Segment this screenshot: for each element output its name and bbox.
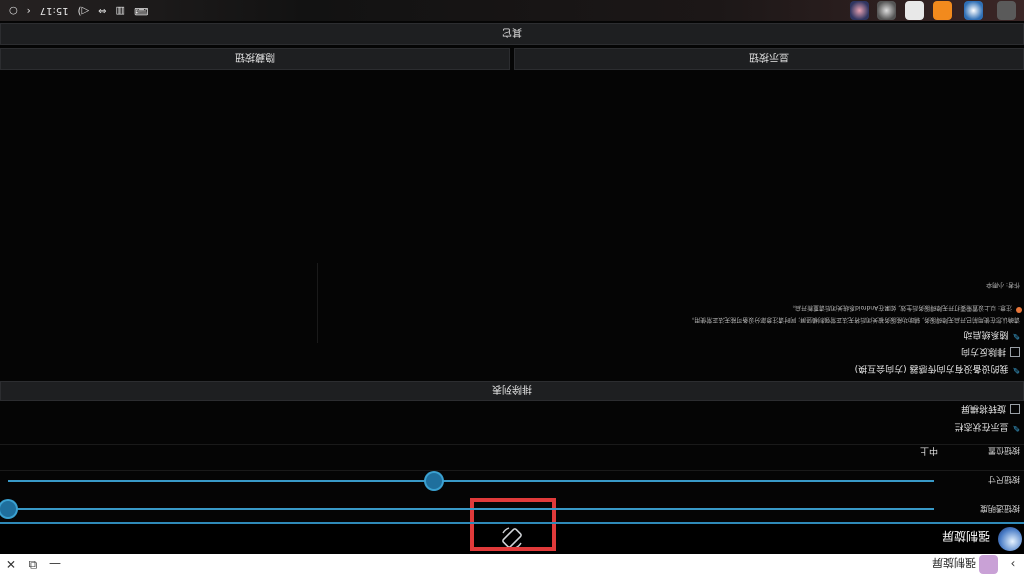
warning-dot-icon bbox=[1016, 307, 1022, 313]
app-logo-icon bbox=[998, 527, 1022, 551]
keyboard-icon[interactable]: ⌨ bbox=[134, 5, 148, 16]
hide-button[interactable]: 隐藏按钮 bbox=[0, 48, 510, 70]
opacity-slider[interactable] bbox=[0, 501, 934, 517]
screen: › 强制旋屏 — ⧉ ✕ 强制旋屏 按钮透明度 按钮尺寸 按钮位置 中上 ✎ 显… bbox=[0, 0, 1024, 575]
boot-start-label: 随系统启动 bbox=[963, 329, 1009, 339]
window-controls: — ⧉ ✕ bbox=[0, 554, 66, 575]
app-icon[interactable] bbox=[850, 1, 869, 20]
window-title-bar: › 强制旋屏 — ⧉ ✕ bbox=[0, 554, 1024, 575]
taskbar: ⌨ ▥ ⇔ ◁) 15:17 ‹ ○ bbox=[0, 0, 1024, 21]
show-in-statusbar-row[interactable]: ✎ 显示在状态栏 bbox=[954, 421, 1020, 434]
rotate-to-landscape-row[interactable]: 旋转将横屏 bbox=[961, 403, 1020, 416]
other-button[interactable]: 其它 bbox=[0, 23, 1024, 45]
close-button[interactable]: ✕ bbox=[0, 554, 22, 575]
hint-text: 请确认您在使用前已开启无障碍服务, 辅助功能服务被关闭后将无法正常强制横竖屏; … bbox=[688, 316, 1020, 323]
back-icon[interactable]: ‹ bbox=[27, 5, 31, 16]
header-divider bbox=[0, 522, 1024, 524]
app-icon bbox=[979, 555, 998, 574]
battery-icon: ▥ bbox=[115, 5, 125, 16]
clock: 15:17 bbox=[39, 5, 69, 16]
expand-chevron-icon[interactable]: › bbox=[1002, 554, 1024, 575]
rotate-to-landscape-label: 旋转将横屏 bbox=[960, 403, 1006, 413]
rotate-to-landscape-checkbox[interactable] bbox=[1010, 404, 1020, 415]
size-label: 按钮尺寸 bbox=[988, 475, 1020, 484]
row-divider bbox=[0, 444, 1024, 445]
position-value[interactable]: 中上 bbox=[920, 445, 938, 458]
app-name: 强制旋屏 bbox=[941, 529, 990, 543]
opacity-slider-thumb[interactable] bbox=[0, 501, 16, 517]
column-divider bbox=[317, 263, 318, 343]
browser-icon[interactable] bbox=[964, 1, 983, 20]
opacity-label: 按钮透明度 bbox=[980, 504, 1020, 513]
exclude-direction-checkbox[interactable] bbox=[1010, 347, 1020, 358]
wrench-icon: ✎ bbox=[1012, 364, 1020, 375]
files-icon[interactable] bbox=[905, 1, 924, 20]
exclude-direction-row[interactable]: 排除反方向 bbox=[961, 346, 1020, 359]
opacity-slider-track bbox=[8, 508, 934, 510]
volume-icon[interactable]: ◁) bbox=[78, 5, 90, 16]
excluded-list-button[interactable]: 排除列表 bbox=[0, 381, 1024, 401]
home-icon[interactable]: ○ bbox=[9, 5, 18, 16]
row-divider bbox=[0, 470, 1024, 471]
minimize-button[interactable]: — bbox=[44, 554, 66, 575]
wrench-icon: ✎ bbox=[1012, 422, 1020, 433]
show-button[interactable]: 显示按钮 bbox=[514, 48, 1024, 70]
hint-text: 注意: 以上设置需要打开无障碍服务后生效, 如果在Android系统关闭后请重新… bbox=[789, 304, 1012, 311]
notes-icon[interactable] bbox=[933, 1, 952, 20]
window-title: 强制旋屏 bbox=[932, 556, 976, 569]
size-slider-track bbox=[8, 480, 934, 482]
wrench-icon: ✎ bbox=[1012, 330, 1020, 341]
sensor-rotate-label: 我的设备没有方向传感器 (方向会互换) bbox=[854, 363, 1009, 373]
restore-button[interactable]: ⧉ bbox=[22, 554, 44, 575]
system-tray: ⌨ ▥ ⇔ ◁) 15:17 ‹ ○ bbox=[0, 0, 148, 21]
exclude-direction-label: 排除反方向 bbox=[960, 346, 1006, 356]
position-label: 按钮位置 bbox=[988, 446, 1020, 455]
network-icon: ⇔ bbox=[98, 5, 107, 16]
boot-start-row[interactable]: ✎ 随系统启动 bbox=[963, 329, 1020, 342]
sensor-rotate-row[interactable]: ✎ 我的设备没有方向传感器 (方向会互换) bbox=[855, 363, 1020, 376]
show-in-statusbar-label: 显示在状态栏 bbox=[954, 421, 1009, 431]
rotated-screen: › 强制旋屏 — ⧉ ✕ 强制旋屏 按钮透明度 按钮尺寸 按钮位置 中上 ✎ 显… bbox=[0, 0, 1024, 575]
size-slider[interactable] bbox=[8, 473, 934, 489]
author-text: 作者: 小雨伞 bbox=[986, 281, 1020, 288]
size-slider-thumb[interactable] bbox=[425, 473, 442, 489]
launcher-icon[interactable] bbox=[997, 1, 1016, 20]
settings-gear-icon[interactable] bbox=[877, 1, 896, 20]
